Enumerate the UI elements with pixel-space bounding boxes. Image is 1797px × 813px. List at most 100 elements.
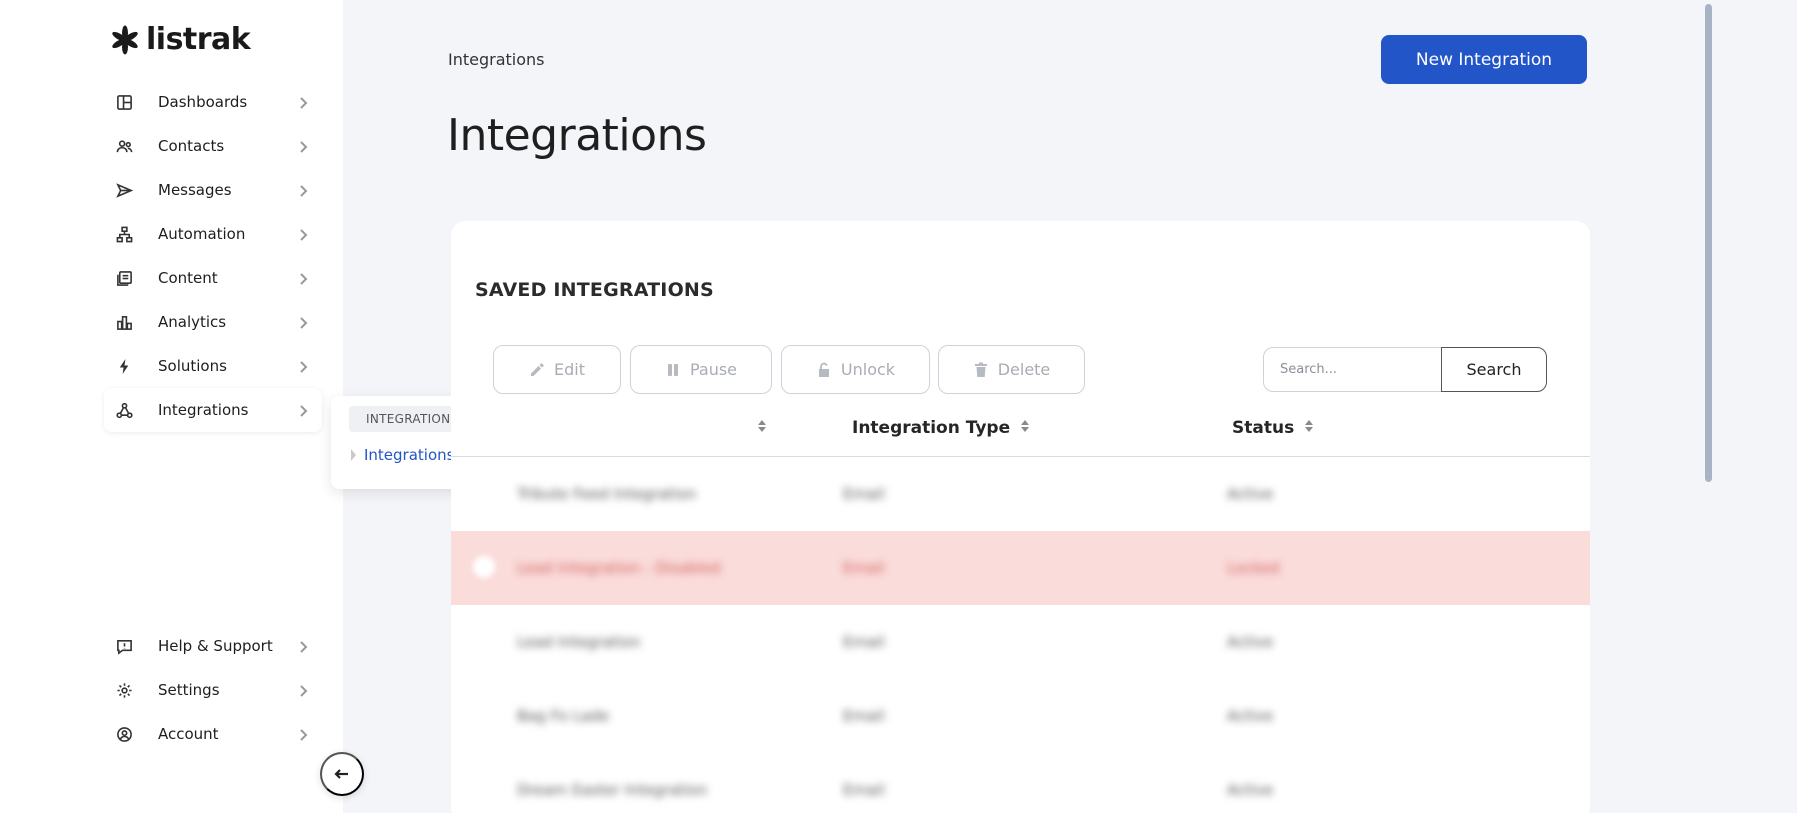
sidebar-item-content[interactable]: Content bbox=[104, 256, 322, 300]
sidebar-item-label: Contacts bbox=[158, 137, 225, 155]
sidebar-item-automation[interactable]: Automation bbox=[104, 212, 322, 256]
pause-button[interactable]: Pause bbox=[630, 345, 772, 394]
cell-name: Bag Fo Lade bbox=[517, 707, 610, 725]
sidebar-item-label: Integrations bbox=[158, 401, 249, 419]
sidebar-item-help-support[interactable]: Help & Support bbox=[104, 624, 322, 668]
delete-button[interactable]: Delete bbox=[938, 345, 1085, 394]
sidebar-item-dashboards[interactable]: Dashboards bbox=[104, 80, 322, 124]
account-icon bbox=[114, 724, 134, 744]
unlock-button[interactable]: Unlock bbox=[781, 345, 930, 394]
chevron-right-icon bbox=[296, 183, 310, 197]
sort-icon bbox=[757, 418, 767, 438]
sidebar-item-label: Solutions bbox=[158, 357, 227, 375]
sidebar: listrak Dashboards Contacts Messages Aut… bbox=[0, 0, 343, 813]
main-nav: Dashboards Contacts Messages Automation … bbox=[104, 80, 322, 432]
cell-name: Lead Integration - Disabled bbox=[517, 559, 721, 577]
logo[interactable]: listrak bbox=[110, 22, 251, 57]
listrak-logo-icon bbox=[112, 25, 138, 54]
chevron-right-icon bbox=[296, 639, 310, 653]
search-input[interactable] bbox=[1263, 347, 1443, 392]
chevron-right-icon bbox=[296, 403, 310, 417]
sidebar-item-account[interactable]: Account bbox=[104, 712, 322, 756]
scrollbar-thumb[interactable] bbox=[1705, 4, 1712, 482]
collapse-sidebar-button[interactable] bbox=[320, 752, 364, 796]
pencil-icon bbox=[531, 362, 544, 376]
trash-icon bbox=[974, 362, 987, 377]
search-button[interactable]: Search bbox=[1441, 347, 1547, 392]
breadcrumb: Integrations bbox=[448, 50, 545, 69]
chevron-right-icon bbox=[296, 139, 310, 153]
chevron-right-icon bbox=[296, 271, 310, 285]
table-row[interactable]: Lead Integration - Disabled Email Locked bbox=[451, 531, 1590, 605]
cell-status: Locked bbox=[1227, 559, 1280, 577]
integrations-icon bbox=[114, 400, 134, 420]
sidebar-item-label: Automation bbox=[158, 225, 246, 243]
delete-label: Delete bbox=[997, 360, 1051, 379]
content-icon bbox=[114, 268, 134, 288]
column-header-label: Integration Type bbox=[852, 418, 1011, 438]
unlock-icon bbox=[818, 362, 829, 377]
sidebar-item-label: Settings bbox=[158, 681, 220, 699]
table-row[interactable]: Lead Integration Email Active bbox=[451, 605, 1590, 679]
cell-status: Active bbox=[1227, 485, 1274, 503]
sidebar-item-contacts[interactable]: Contacts bbox=[104, 124, 322, 168]
pause-label: Pause bbox=[689, 360, 738, 379]
page-scrollbar[interactable] bbox=[1702, 0, 1716, 813]
help-icon bbox=[114, 636, 134, 656]
cell-name: Lead Integration bbox=[517, 633, 641, 651]
cell-name: Tribute Feed Integration bbox=[517, 485, 697, 503]
cell-status: Active bbox=[1227, 633, 1274, 651]
edit-label: Edit bbox=[554, 360, 585, 379]
edit-button[interactable]: Edit bbox=[493, 345, 621, 394]
sidebar-item-messages[interactable]: Messages bbox=[104, 168, 322, 212]
automation-icon bbox=[114, 224, 134, 244]
sort-icon bbox=[1304, 418, 1314, 438]
sidebar-item-settings[interactable]: Settings bbox=[104, 668, 322, 712]
logo-text: listrak bbox=[146, 22, 251, 57]
cell-name: Dream Easter Integration bbox=[517, 781, 708, 799]
chevron-right-icon bbox=[296, 727, 310, 741]
chevron-right-icon bbox=[296, 95, 310, 109]
saved-integrations-card: SAVED INTEGRATIONS Edit Pause Unlock Del… bbox=[451, 221, 1590, 813]
gear-icon bbox=[114, 680, 134, 700]
sidebar-item-analytics[interactable]: Analytics bbox=[104, 300, 322, 344]
contacts-icon bbox=[114, 136, 134, 156]
cell-status: Active bbox=[1227, 707, 1274, 725]
table-row[interactable]: Tribute Feed Integration Email Active bbox=[451, 457, 1590, 531]
sidebar-item-label: Messages bbox=[158, 181, 232, 199]
secondary-nav: Help & Support Settings Account bbox=[104, 624, 322, 756]
pause-icon bbox=[667, 363, 678, 376]
send-icon bbox=[114, 180, 134, 200]
new-integration-button[interactable]: New Integration bbox=[1381, 35, 1587, 84]
sidebar-item-label: Account bbox=[158, 725, 219, 743]
card-title: SAVED INTEGRATIONS bbox=[475, 279, 714, 301]
sidebar-item-integrations[interactable]: Integrations bbox=[104, 388, 322, 432]
cell-type: Email bbox=[843, 559, 885, 577]
column-header-integration-type[interactable]: Integration Type bbox=[852, 418, 1030, 438]
chevron-right-icon bbox=[296, 315, 310, 329]
cell-type: Email bbox=[843, 633, 885, 651]
sidebar-item-label: Dashboards bbox=[158, 93, 248, 111]
chevron-right-icon bbox=[296, 683, 310, 697]
sort-icon bbox=[1020, 418, 1030, 438]
chevron-right-icon bbox=[296, 359, 310, 373]
bar-chart-icon bbox=[114, 312, 134, 332]
table-row[interactable]: Dream Easter Integration Email Active bbox=[451, 753, 1590, 813]
column-header-label: Status bbox=[1232, 418, 1295, 438]
cell-status: Active bbox=[1227, 781, 1274, 799]
table-row[interactable]: Bag Fo Lade Email Active bbox=[451, 679, 1590, 753]
sidebar-item-solutions[interactable]: Solutions bbox=[104, 344, 322, 388]
sidebar-item-label: Analytics bbox=[158, 313, 227, 331]
arrow-left-icon bbox=[334, 769, 348, 779]
page-title: Integrations bbox=[447, 110, 707, 161]
cell-type: Email bbox=[843, 781, 885, 799]
row-select-checkbox[interactable] bbox=[473, 556, 495, 578]
cell-type: Email bbox=[843, 485, 885, 503]
caret-right-icon bbox=[351, 449, 356, 461]
bolt-icon bbox=[114, 356, 134, 376]
cell-type: Email bbox=[843, 707, 885, 725]
column-header-status[interactable]: Status bbox=[1232, 418, 1314, 438]
column-header-name[interactable] bbox=[757, 418, 767, 438]
unlock-label: Unlock bbox=[840, 360, 896, 379]
chevron-right-icon bbox=[296, 227, 310, 241]
